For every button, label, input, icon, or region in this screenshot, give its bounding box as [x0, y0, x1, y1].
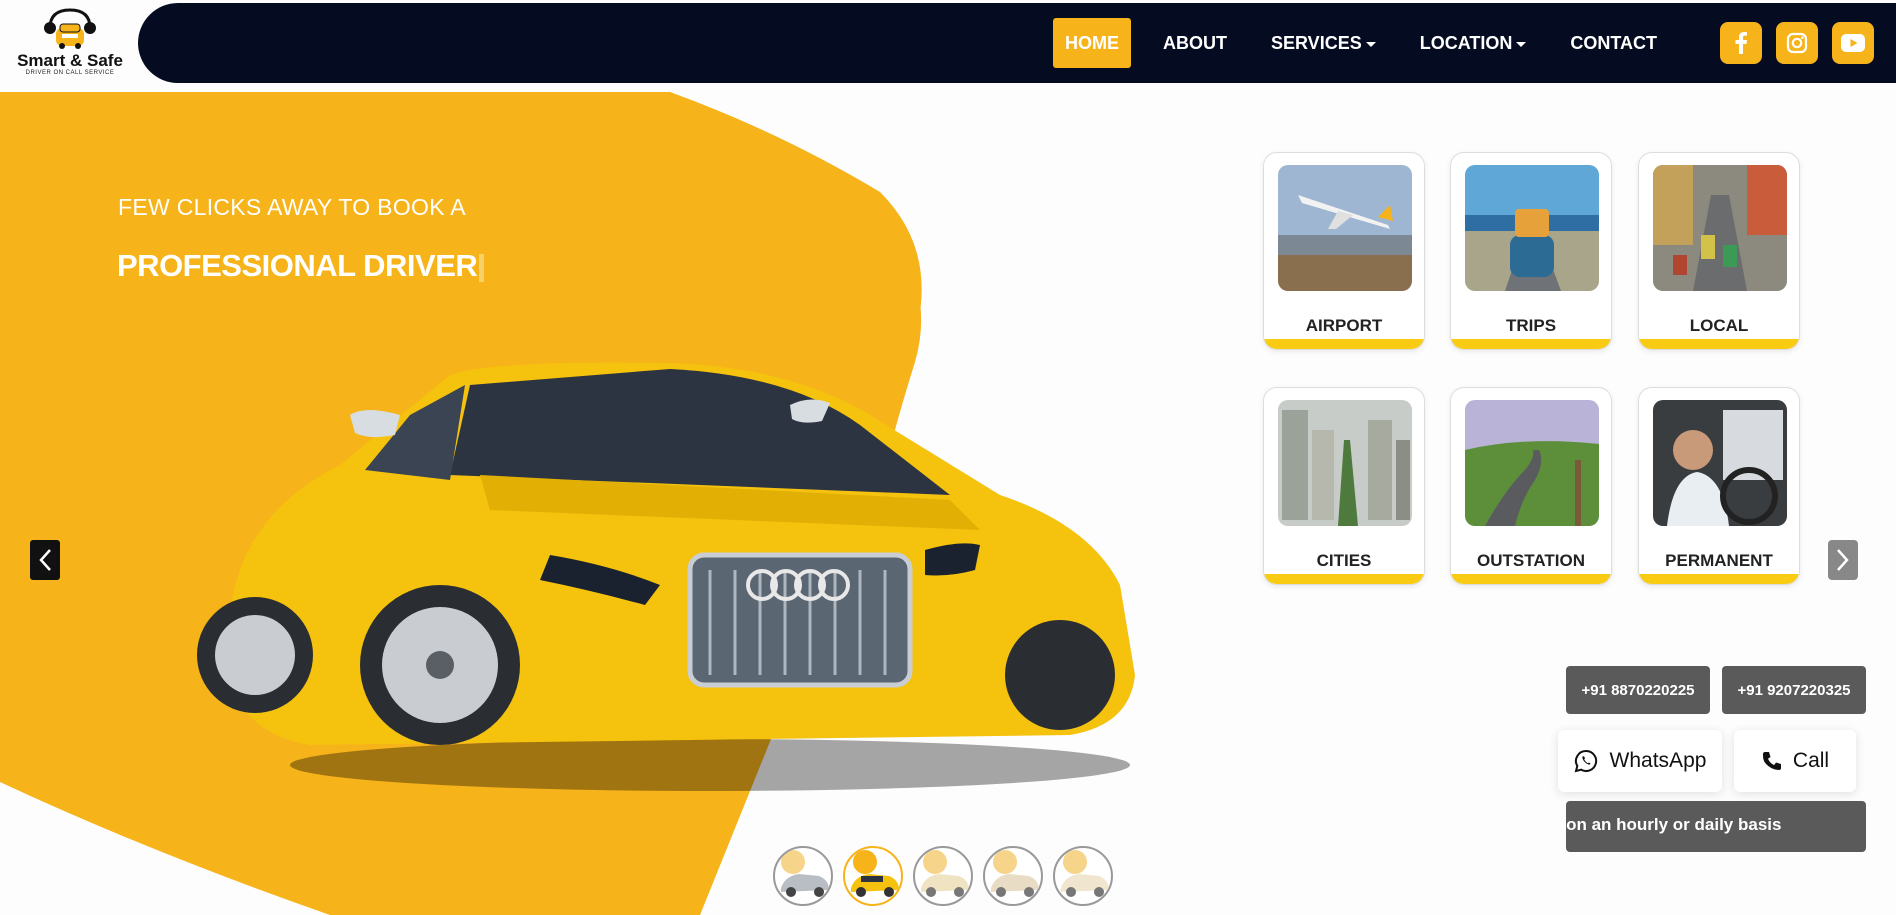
- hero-tagline: FEW CLICKS AWAY TO BOOK A: [118, 194, 466, 220]
- chevron-down-icon: [1516, 41, 1527, 47]
- nav-contact[interactable]: CONTACT: [1548, 18, 1679, 68]
- service-label-permanent: PERMANENT: [1665, 551, 1773, 570]
- road-trip-image: [1465, 165, 1599, 291]
- card-accent-bar: [1451, 339, 1611, 349]
- service-label-local: LOCAL: [1689, 316, 1749, 335]
- instagram-button[interactable]: [1776, 22, 1818, 64]
- brand-logo[interactable]: Smart & Safe DRIVER ON CALL SERVICE: [10, 6, 130, 84]
- carousel-thumb-4[interactable]: [983, 846, 1043, 906]
- nav-services[interactable]: SERVICES: [1249, 18, 1398, 68]
- card-accent-bar: [1264, 339, 1424, 349]
- facebook-button[interactable]: [1720, 22, 1762, 64]
- highway-image: [1465, 400, 1599, 526]
- nav-contact-label: CONTACT: [1570, 33, 1658, 53]
- nav-about[interactable]: ABOUT: [1141, 18, 1249, 68]
- hero-headline-text: PROFESSIONAL DRIVER: [117, 248, 478, 283]
- service-card-cities[interactable]: CITIES: [1263, 387, 1425, 585]
- nav-home-label: HOME: [1065, 33, 1119, 53]
- services-next-button[interactable]: [1828, 540, 1858, 580]
- call-label: Call: [1792, 749, 1830, 772]
- hero-headline: PROFESSIONAL DRIVER: [117, 248, 485, 284]
- nav-home[interactable]: HOME: [1053, 18, 1131, 68]
- card-accent-bar: [1264, 574, 1424, 584]
- driver-image: [1653, 400, 1787, 526]
- phone-number-1: +91 8870220225: [1581, 681, 1695, 699]
- typing-cursor: [479, 253, 485, 282]
- instagram-icon: [1786, 32, 1808, 54]
- whatsapp-label: WhatsApp: [1609, 749, 1707, 772]
- cityscape-image: [1278, 400, 1412, 526]
- facebook-icon: [1735, 32, 1747, 54]
- nav-menu: HOME ABOUT SERVICES LOCATION CONTACT: [1053, 18, 1679, 68]
- phone-number-1-button[interactable]: +91 8870220225: [1566, 666, 1710, 714]
- youtube-button[interactable]: [1832, 22, 1874, 64]
- card-accent-bar: [1639, 339, 1799, 349]
- chevron-right-icon: [1837, 549, 1849, 571]
- service-card-outstation[interactable]: OUTSTATION: [1450, 387, 1612, 585]
- carousel-thumb-2[interactable]: [843, 846, 903, 906]
- service-card-trips[interactable]: TRIPS: [1450, 152, 1612, 350]
- phone-number-2: +91 9207220325: [1737, 681, 1851, 699]
- service-label-airport: AIRPORT: [1305, 316, 1383, 335]
- chevron-down-icon: [1365, 41, 1376, 47]
- service-label-trips: TRIPS: [1505, 316, 1557, 335]
- service-label-cities: CITIES: [1316, 551, 1372, 570]
- card-accent-bar: [1451, 574, 1611, 584]
- scrolling-ticker: Professional Drivers on an hourly or dai…: [1566, 801, 1866, 852]
- brand-name: Smart & Safe: [17, 51, 123, 70]
- ticker-text: Professional Drivers on an hourly or dai…: [1566, 815, 1782, 834]
- call-button[interactable]: Call: [1734, 730, 1856, 792]
- carousel-thumb-3[interactable]: [913, 846, 973, 906]
- yellow-sedan-image: [197, 362, 1135, 791]
- page: Smart & Safe DRIVER ON CALL SERVICE HOME…: [0, 0, 1896, 915]
- phone-icon: [1762, 752, 1781, 770]
- whatsapp-button[interactable]: WhatsApp: [1558, 730, 1722, 792]
- nav-location[interactable]: LOCATION: [1398, 18, 1549, 68]
- phone-number-2-button[interactable]: +91 9207220325: [1722, 666, 1866, 714]
- nav-services-label: SERVICES: [1271, 33, 1362, 53]
- service-card-airport[interactable]: AIRPORT: [1263, 152, 1425, 350]
- whatsapp-icon: [1574, 749, 1597, 773]
- city-street-image: [1653, 165, 1787, 291]
- chevron-left-icon: [39, 549, 51, 571]
- service-card-permanent[interactable]: PERMANENT: [1638, 387, 1800, 585]
- brand-tagline: DRIVER ON CALL SERVICE: [25, 70, 115, 76]
- airplane-image: [1278, 165, 1412, 291]
- carousel-thumb-1[interactable]: [773, 846, 833, 906]
- navbar: HOME ABOUT SERVICES LOCATION CONTACT: [138, 3, 1896, 83]
- youtube-icon: [1841, 34, 1865, 52]
- carousel-prev-button[interactable]: [30, 540, 60, 580]
- carousel-thumb-5[interactable]: [1053, 846, 1113, 906]
- nav-location-label: LOCATION: [1419, 33, 1513, 53]
- nav-about-label: ABOUT: [1163, 33, 1227, 53]
- car-headset-icon: [42, 6, 98, 52]
- card-accent-bar: [1639, 574, 1799, 584]
- service-card-local[interactable]: LOCAL: [1638, 152, 1800, 350]
- service-label-outstation: OUTSTATION: [1477, 551, 1585, 570]
